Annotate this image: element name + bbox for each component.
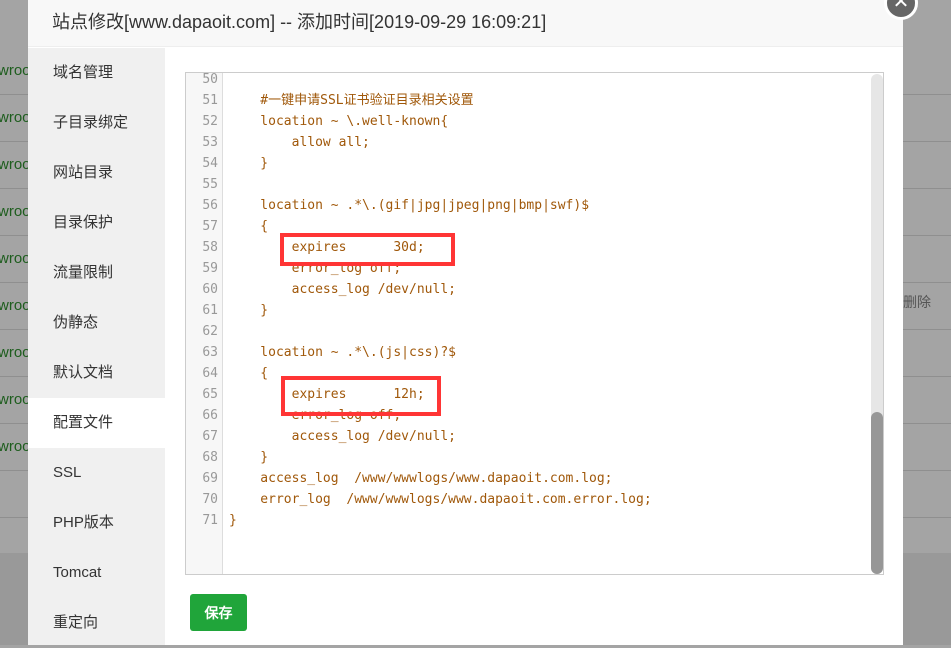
save-button[interactable]: 保存: [190, 594, 247, 631]
line-number: 69: [202, 471, 218, 486]
code-line: 60 access_log /dev/null;: [186, 279, 883, 300]
sidebar-item[interactable]: SSL: [28, 448, 165, 498]
code-line: 52 location ~ \.well-known{: [186, 111, 883, 132]
background-row-text: wroo: [0, 344, 31, 361]
sidebar-item[interactable]: 域名管理: [28, 48, 165, 98]
code-text: access_log /dev/null;: [229, 429, 456, 444]
line-number: 67: [202, 429, 218, 444]
code-text: location ~ .*\.(js|css)?$: [229, 345, 456, 360]
code-line: 51 #一键申请SSL证书验证目录相关设置: [186, 90, 883, 111]
sidebar: 域名管理 子目录绑定 网站目录 目录保护 流量限制 伪静态 默认文档 配置文件 SSL PHP版本…: [28, 48, 165, 645]
scrollbar-thumb[interactable]: [871, 412, 883, 574]
code-line: 62: [186, 321, 883, 342]
code-line: 55: [186, 174, 883, 195]
background-row-text: wroo: [0, 62, 31, 79]
sidebar-item[interactable]: 流量限制: [28, 248, 165, 298]
background-row-text: wroo: [0, 297, 31, 314]
code-line: 69 access_log /www/wwwlogs/www.dapaoit.c…: [186, 468, 883, 489]
code-text: allow all;: [229, 135, 370, 150]
sidebar-item[interactable]: 目录保护: [28, 198, 165, 248]
sidebar-item[interactable]: 伪静态: [28, 298, 165, 348]
sidebar-item[interactable]: PHP版本: [28, 498, 165, 548]
scrollbar[interactable]: [871, 74, 883, 574]
sidebar-item[interactable]: Tomcat: [28, 548, 165, 598]
line-number: 68: [202, 450, 218, 465]
code-text: }: [229, 156, 269, 171]
line-number: 54: [202, 156, 218, 171]
line-number: 62: [202, 324, 218, 339]
code-line: 67 access_log /dev/null;: [186, 426, 883, 447]
line-number: 51: [202, 93, 218, 108]
sidebar-item[interactable]: 网站目录: [28, 148, 165, 198]
line-number: 70: [202, 492, 218, 507]
background-row-text: wroo: [0, 156, 31, 173]
code-text: {: [229, 366, 269, 381]
site-edit-dialog: 站点修改[www.dapaoit.com] -- 添加时间[2019-09-29…: [28, 0, 903, 645]
highlight-box-expires-12h: [281, 376, 441, 416]
line-number: 52: [202, 114, 218, 129]
line-number: 60: [202, 282, 218, 297]
code-line: 50: [186, 72, 883, 90]
line-number: 64: [202, 366, 218, 381]
code-text: location ~ \.well-known{: [229, 114, 449, 129]
code-lines[interactable]: 50 51 #一键申请SSL证书验证目录相关设置 52 location ~ \.w…: [186, 72, 883, 531]
line-number: 65: [202, 387, 218, 402]
line-number: 57: [202, 219, 218, 234]
code-line: 61 }: [186, 300, 883, 321]
code-line: 54 }: [186, 153, 883, 174]
code-line: 63 location ~ .*\.(js|css)?$: [186, 342, 883, 363]
sidebar-item[interactable]: 默认文档: [28, 348, 165, 398]
line-number: 55: [202, 177, 218, 192]
background-row-text: wroo: [0, 203, 31, 220]
line-number: 53: [202, 135, 218, 150]
background-row-text: wroo: [0, 391, 31, 408]
line-number: 50: [202, 72, 218, 87]
code-text: location ~ .*\.(gif|jpg|jpeg|png|bmp|swf…: [229, 198, 590, 213]
code-line: 56 location ~ .*\.(gif|jpg|jpeg|png|bmp|…: [186, 195, 883, 216]
code-line: 68 }: [186, 447, 883, 468]
line-number: 59: [202, 261, 218, 276]
code-line: 70 error_log /www/wwwlogs/www.dapaoit.co…: [186, 489, 883, 510]
code-line: 53 allow all;: [186, 132, 883, 153]
background-row-text: wroo: [0, 438, 31, 455]
line-number: 71: [202, 513, 218, 528]
code-text: {: [229, 219, 269, 234]
background-row-text: wroo: [0, 109, 31, 126]
code-text: }: [229, 513, 237, 528]
code-line: 71}: [186, 510, 883, 531]
line-number: 66: [202, 408, 218, 423]
highlight-box-expires-30d: [280, 233, 455, 266]
config-editor[interactable]: 50 51 #一键申请SSL证书验证目录相关设置 52 location ~ \.w…: [185, 72, 884, 575]
line-number: 61: [202, 303, 218, 318]
code-text: error_log /www/wwwlogs/www.dapaoit.com.e…: [229, 492, 652, 507]
background-row-text: wroo: [0, 250, 31, 267]
sidebar-item[interactable]: 配置文件: [28, 398, 165, 448]
sidebar-item[interactable]: 重定向: [28, 598, 165, 648]
code-text: }: [229, 450, 269, 465]
code-text: access_log /dev/null;: [229, 282, 456, 297]
line-number: 56: [202, 198, 218, 213]
code-text: access_log /www/wwwlogs/www.dapaoit.com.…: [229, 471, 613, 486]
line-number: 63: [202, 345, 218, 360]
sidebar-item[interactable]: 子目录绑定: [28, 98, 165, 148]
code-text: #一键申请SSL证书验证目录相关设置: [229, 93, 474, 108]
dialog-title: 站点修改[www.dapaoit.com] -- 添加时间[2019-09-29…: [28, 0, 903, 47]
background-delete-link: 删除: [903, 294, 931, 310]
line-number: 58: [202, 240, 218, 255]
code-text: }: [229, 303, 269, 318]
